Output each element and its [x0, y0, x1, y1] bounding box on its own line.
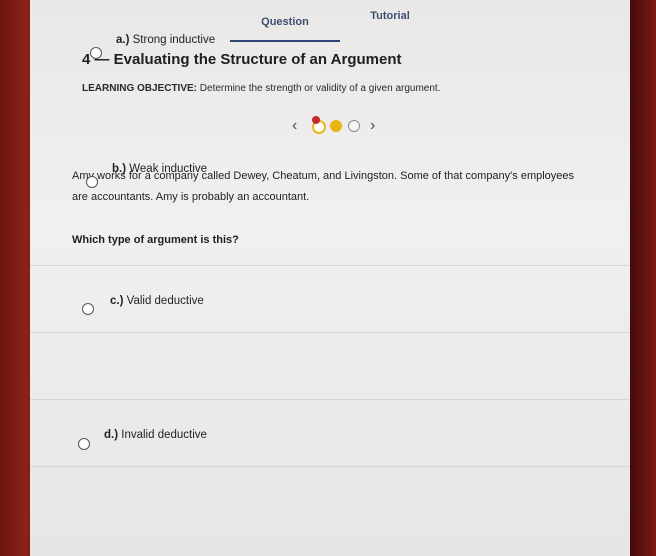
option-letter: c.) — [110, 295, 124, 307]
next-question-icon[interactable]: › — [370, 116, 375, 136]
option-text: d.) Invalid deductive — [104, 429, 207, 441]
tab-tutorial-label: Tutorial — [370, 10, 410, 22]
tab-question-label: Question — [261, 16, 309, 28]
option-label: Weak inductive — [129, 163, 208, 175]
radio-button[interactable] — [86, 176, 98, 188]
wrong-marker-icon — [312, 116, 320, 124]
tab-tutorial[interactable]: Tutorial — [350, 10, 430, 30]
option-text: c.) Valid deductive — [110, 295, 204, 307]
previous-question-icon[interactable]: ‹ — [292, 116, 297, 136]
objective-text: Determine the strength or validity of a … — [199, 83, 441, 94]
option-label: Strong inductive — [132, 34, 216, 46]
active-tab-underline — [230, 40, 340, 42]
question-prompt: Which type of argument is this? — [72, 234, 239, 246]
screen: Question Tutorial 4 — Evaluating the Str… — [30, 0, 630, 556]
tab-question[interactable]: Question — [230, 16, 340, 42]
progress-dot-current[interactable] — [330, 120, 342, 132]
radio-button[interactable] — [90, 47, 102, 59]
radio-button[interactable] — [78, 438, 90, 450]
answer-option-b[interactable]: b.) Weak inductive — [30, 163, 630, 397]
option-label: Invalid deductive — [121, 429, 207, 441]
progress-dot-answered-wrong[interactable] — [312, 116, 326, 134]
option-text: a.) Strong inductive — [116, 34, 215, 46]
option-letter: b.) — [112, 163, 127, 175]
objective-label: LEARNING OBJECTIVE: — [82, 83, 198, 94]
question-progress: ‹ › — [292, 116, 392, 136]
device-bezel-right — [626, 0, 656, 556]
radio-button[interactable] — [82, 303, 94, 315]
option-text: b.) Weak inductive — [112, 163, 207, 175]
option-letter: d.) — [104, 429, 119, 441]
option-label: Valid deductive — [126, 295, 204, 307]
lesson-title: 4 — Evaluating the Structure of an Argum… — [82, 51, 402, 68]
progress-dot-unanswered[interactable] — [348, 120, 360, 132]
option-letter: a.) — [116, 34, 130, 46]
answer-option-d[interactable]: d.) Invalid deductive — [30, 429, 630, 531]
learning-objective: LEARNING OBJECTIVE: Determine the streng… — [82, 83, 440, 94]
